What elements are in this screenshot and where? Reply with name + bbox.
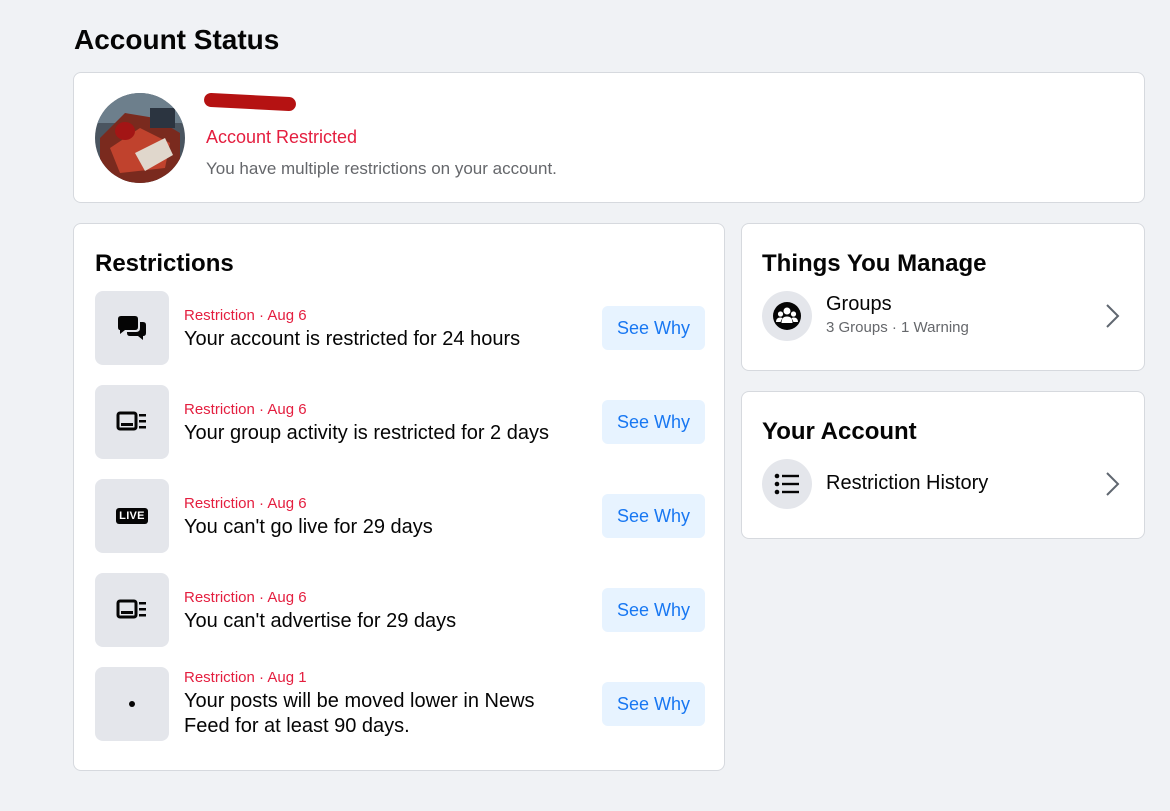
chevron-right-icon <box>1106 472 1120 496</box>
account-status-page: Account Status Account Restricted You ha… <box>0 0 1170 811</box>
restriction-title: Your group activity is restricted for 2 … <box>184 422 549 444</box>
restriction-row: Restriction · Aug 6 Your account is rest… <box>95 291 705 365</box>
ad-layout-icon <box>95 385 169 459</box>
restriction-title: You can't go live for 29 days <box>184 516 433 538</box>
profile-card: Account Restricted You have multiple res… <box>73 72 1145 203</box>
list-icon <box>762 459 812 509</box>
groups-label: Groups <box>826 293 892 315</box>
restriction-history-row[interactable]: Restriction History <box>762 459 1126 515</box>
dot-icon <box>95 667 169 741</box>
restriction-date: Restriction · Aug 6 <box>184 589 307 606</box>
groups-summary: 3 Groups · 1 Warning <box>826 319 969 336</box>
restriction-row: Restriction · Aug 6 Your group activity … <box>95 385 705 459</box>
see-why-button[interactable]: See Why <box>602 682 705 726</box>
ad-layout-icon <box>95 573 169 647</box>
see-why-button[interactable]: See Why <box>602 494 705 538</box>
avatar[interactable] <box>95 93 185 183</box>
live-icon: LIVE <box>95 479 169 553</box>
restriction-date: Restriction · Aug 1 <box>184 669 307 686</box>
groups-icon <box>762 291 812 341</box>
groups-row[interactable]: Groups 3 Groups · 1 Warning <box>762 291 1126 347</box>
restriction-date: Restriction · Aug 6 <box>184 401 307 418</box>
page-title: Account Status <box>74 24 280 55</box>
see-why-button[interactable]: See Why <box>602 400 705 444</box>
restriction-row: LIVE Restriction · Aug 6 You can't go li… <box>95 479 705 553</box>
things-you-manage-card: Things You Manage Groups 3 Groups · 1 Wa… <box>741 223 1145 371</box>
restriction-title: Your posts will be moved lower in News F… <box>184 690 535 737</box>
see-why-button[interactable]: See Why <box>602 588 705 632</box>
restriction-row: Restriction · Aug 6 You can't advertise … <box>95 573 705 647</box>
account-status-description: You have multiple restrictions on your a… <box>206 159 557 178</box>
restrictions-title: Restrictions <box>95 250 234 277</box>
see-why-button[interactable]: See Why <box>602 306 705 350</box>
restriction-history-label: Restriction History <box>826 472 989 494</box>
redacted-name <box>203 92 297 112</box>
restriction-title: Your account is restricted for 24 hours <box>184 328 521 350</box>
chevron-right-icon <box>1106 304 1120 328</box>
restriction-date: Restriction · Aug 6 <box>184 495 307 512</box>
restriction-title: You can't advertise for 29 days <box>184 610 457 632</box>
chat-bubbles-icon <box>95 291 169 365</box>
your-account-card: Your Account Restriction History <box>741 391 1145 539</box>
restriction-row: Restriction · Aug 1 Your posts will be m… <box>95 667 705 741</box>
your-account-title: Your Account <box>762 418 917 445</box>
restriction-date: Restriction · Aug 6 <box>184 307 307 324</box>
restrictions-card: Restrictions Restriction · Aug 6 Your ac… <box>73 223 725 771</box>
account-status-label: Account Restricted <box>206 127 358 147</box>
things-you-manage-title: Things You Manage <box>762 250 987 277</box>
live-badge-text: LIVE <box>116 508 148 524</box>
